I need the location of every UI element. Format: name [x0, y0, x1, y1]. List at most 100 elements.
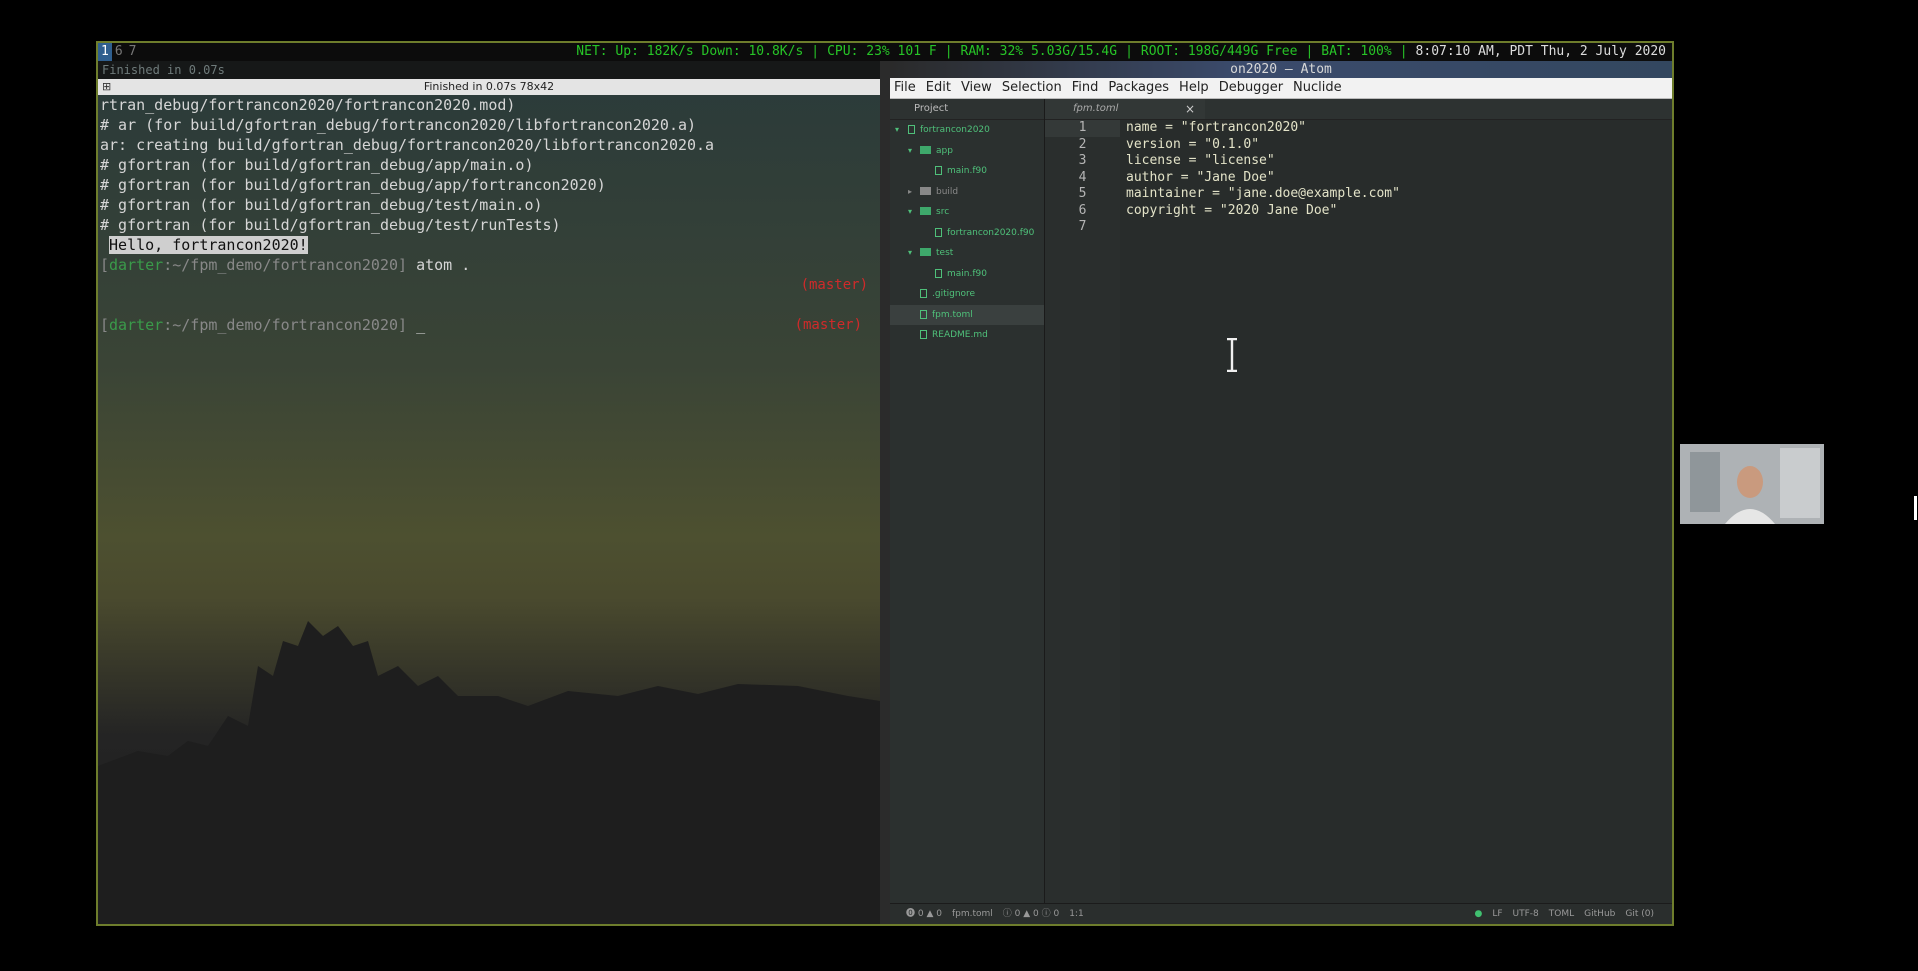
menu-find[interactable]: Find	[1072, 80, 1099, 95]
window-grip-icon[interactable]: ⊞	[102, 79, 111, 95]
cpu-usage: CPU: 23% 101 F	[827, 44, 937, 59]
file-icon	[935, 268, 942, 278]
file-icon	[935, 166, 942, 175]
menu-edit[interactable]: Edit	[926, 80, 951, 95]
terminal-status-line: Finished in 0.07s	[98, 61, 880, 79]
terminal-window[interactable]: Finished in 0.07s ⊞ Finished in 0.07s 78…	[98, 61, 880, 924]
github-button[interactable]: GitHub	[1584, 909, 1615, 919]
tree-item-root[interactable]: ▾ fortrancon2020	[890, 120, 1044, 141]
tree-label: app	[936, 145, 953, 156]
separator: |	[1305, 44, 1314, 59]
terminal-line: # gfortran (for build/gfortran_debug/tes…	[100, 196, 543, 214]
prompt-command: atom .	[416, 256, 471, 274]
terminal-line: Hello, fortrancon2020!	[100, 235, 880, 255]
menu-packages[interactable]: Packages	[1108, 80, 1169, 95]
folder-icon	[920, 248, 931, 256]
grammar[interactable]: TOML	[1549, 909, 1574, 919]
tree-item-fpm-toml[interactable]: fpm.toml	[890, 304, 1044, 325]
separator: |	[1125, 44, 1133, 59]
file-icon	[920, 289, 927, 298]
line-number: 7	[1078, 219, 1087, 234]
tree-label: fortrancon2020.f90	[947, 227, 1035, 238]
tree-item-readme[interactable]: README.md	[890, 325, 1044, 346]
line-number: 6	[1078, 202, 1087, 218]
system-info: NET: Up: 182K/s Down: 10.8K/s | CPU: 23% 1…	[576, 43, 1666, 61]
terminal-line: ar: creating build/gfortran_debug/fortra…	[100, 136, 715, 154]
workspace-6[interactable]: 6	[112, 43, 126, 61]
atom-menu-bar: File Edit View Selection Find Packages Help Deb…	[890, 78, 1672, 99]
atom-status-bar: ⓿ 0 ▲ 0 fpm.toml ⓘ 0 ▲ 0 ⓘ 0 1:1 ● LF UTF-8 TO…	[890, 903, 1672, 924]
tree-label: test	[936, 248, 954, 258]
tree-label: src	[936, 207, 950, 217]
chevron-down-icon: ▾	[908, 248, 913, 257]
git-branch-label: (master)	[800, 277, 868, 293]
status-file-name[interactable]: fpm.toml	[952, 909, 993, 919]
git-button[interactable]: Git (0)	[1625, 909, 1654, 919]
terminal-line: # gfortran (for build/gfortran_debug/app…	[100, 156, 534, 174]
terminal-prompt-line[interactable]: [darter:~/fpm_demo/fortrancon2020] _ (mas…	[100, 315, 880, 335]
menu-nuclide[interactable]: Nuclide	[1293, 80, 1342, 95]
file-icon	[935, 227, 942, 237]
tab-fpm-toml[interactable]: fpm.toml ×	[1045, 99, 1205, 119]
tree-item-src[interactable]: ▾ src	[890, 202, 1044, 223]
file-icon	[920, 309, 927, 319]
project-tree-header[interactable]: Project	[890, 99, 1044, 120]
workspace-1[interactable]: 1	[98, 43, 112, 61]
editor-tab-bar: fpm.toml ×	[1045, 99, 1672, 120]
menu-file[interactable]: File	[894, 80, 916, 95]
line-ending[interactable]: LF	[1492, 909, 1502, 919]
tree-label: build	[936, 186, 959, 197]
presenter-image	[1680, 444, 1824, 524]
book-icon	[920, 330, 927, 339]
bracket: ]	[398, 256, 408, 274]
terminal-line: # gfortran (for build/gfortran_debug/app…	[100, 176, 606, 194]
chevron-down-icon: ▾	[908, 207, 913, 216]
workspace-7[interactable]: 7	[126, 43, 140, 61]
prompt-path: :~/fpm_demo/fortrancon2020	[163, 256, 399, 274]
line-number-gutter: 1 2 3 4 5 6 7	[1045, 120, 1120, 904]
chevron-down-icon: ▾	[895, 125, 900, 134]
tree-item-test-main[interactable]: main.f90	[890, 264, 1044, 285]
city-skyline-wallpaper	[98, 621, 880, 924]
tree-item-app[interactable]: ▾ app	[890, 141, 1044, 162]
code-editor[interactable]: name = "fortrancon2020" version = "0.1.0…	[1126, 120, 1672, 904]
cursor-position[interactable]: 1:1	[1069, 909, 1083, 919]
atom-editor-window: on2020 — Atom File Edit View Selection Find P…	[890, 61, 1672, 924]
tree-item-app-main[interactable]: main.f90	[890, 161, 1044, 182]
program-output: Hello, fortrancon2020!	[109, 236, 308, 254]
ram-usage: RAM: 32% 5.03G/15.4G	[960, 44, 1118, 59]
terminal-prompt-line: [darter:~/fpm_demo/fortrancon2020] atom …	[100, 255, 880, 275]
tree-item-build[interactable]: ▸ build	[890, 182, 1044, 203]
repo-icon	[908, 125, 915, 134]
line-number: 2	[1078, 136, 1087, 152]
prompt-user: darter	[109, 256, 164, 274]
tree-item-test[interactable]: ▾ test	[890, 243, 1044, 264]
menu-selection[interactable]: Selection	[1002, 80, 1062, 95]
tree-item-src-file[interactable]: fortrancon2020.f90	[890, 223, 1044, 244]
tree-item-gitignore[interactable]: .gitignore	[890, 284, 1044, 305]
line-number: 4	[1078, 169, 1087, 185]
code-line: name = "fortrancon2020"	[1126, 120, 1307, 135]
prompt-user: darter	[109, 316, 164, 334]
close-icon[interactable]: ×	[1185, 99, 1195, 119]
screen-edge-marker	[1914, 496, 1917, 520]
menu-debugger[interactable]: Debugger	[1219, 80, 1283, 95]
code-line: license = "license"	[1126, 153, 1275, 168]
battery: BAT: 100%	[1321, 44, 1392, 59]
window-divider[interactable]	[880, 61, 890, 924]
system-status-bar: 167 NET: Up: 182K/s Down: 10.8K/s | CPU: 2…	[98, 43, 1672, 61]
tree-label: fpm.toml	[932, 309, 973, 320]
status-dot-icon: ●	[1474, 909, 1483, 919]
separator: |	[811, 44, 820, 59]
status-left: ⓿ 0 ▲ 0 fpm.toml ⓘ 0 ▲ 0 ⓘ 0 1:1	[906, 904, 1094, 924]
linter-count[interactable]: ⓘ 0 ▲ 0 ⓘ 0	[1003, 909, 1059, 919]
terminal-line: # ar (for build/gfortran_debug/fortranco…	[100, 116, 697, 134]
encoding[interactable]: UTF-8	[1513, 909, 1539, 919]
bracket: [	[100, 256, 110, 274]
menu-view[interactable]: View	[961, 80, 992, 95]
menu-help[interactable]: Help	[1179, 80, 1209, 95]
code-line: copyright = "2020 Jane Doe"	[1126, 202, 1338, 218]
diagnostics-count[interactable]: ⓿ 0 ▲ 0	[906, 909, 942, 919]
tab-label: fpm.toml	[1073, 103, 1119, 114]
